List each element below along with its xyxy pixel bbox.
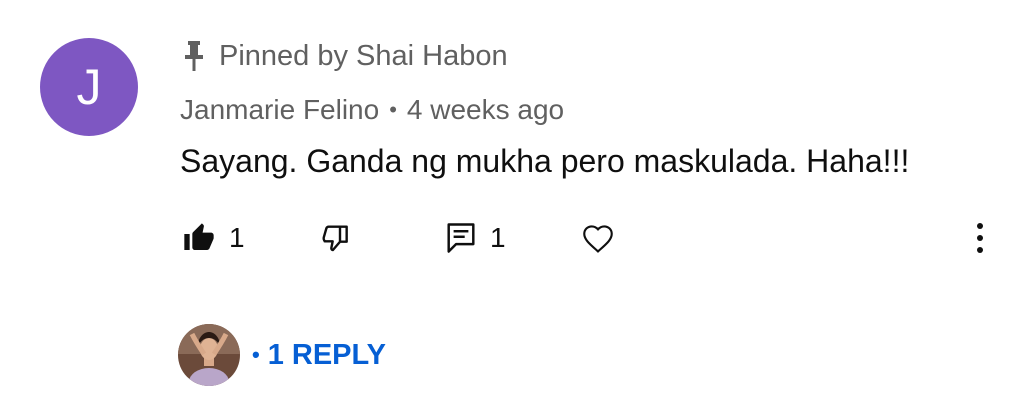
dislike-button[interactable] [320, 218, 352, 258]
comment-actions: 1 1 [0, 218, 1024, 258]
like-button[interactable]: 1 [183, 218, 245, 258]
avatar-letter: J [76, 59, 102, 115]
pinned-label: Pinned by Shai Habon [219, 39, 508, 72]
comment-icon [446, 222, 476, 254]
reply-count: 1 [490, 222, 506, 253]
pinned-indicator: Pinned by Shai Habon [183, 38, 508, 74]
replies-toggle[interactable]: • 1 REPLY [178, 322, 386, 388]
author-name[interactable]: Janmarie Felino [180, 94, 379, 126]
heart-icon [581, 222, 615, 254]
meta-separator: • [389, 97, 397, 122]
reply-bullet: • [252, 342, 260, 367]
more-options-button[interactable] [970, 218, 990, 258]
reply-avatar [178, 324, 240, 386]
comment-thread: J Pinned by Shai Habon Janmarie Felino •… [0, 0, 1024, 406]
pin-icon [183, 40, 205, 72]
thumbs-up-filled-icon [183, 222, 215, 254]
more-vertical-icon [970, 220, 990, 256]
comment-text: Sayang. Ganda ng mukha pero maskulada. H… [180, 142, 910, 179]
comment-meta: Janmarie Felino • 4 weeks ago [180, 92, 564, 128]
like-count: 1 [229, 222, 245, 253]
reply-button[interactable]: 1 [446, 218, 506, 258]
comment-timestamp[interactable]: 4 weeks ago [407, 94, 564, 126]
heart-button[interactable] [581, 218, 615, 258]
thumbs-down-icon [320, 222, 352, 254]
commenter-avatar[interactable]: J [40, 38, 138, 136]
view-replies-link[interactable]: • 1 REPLY [252, 339, 386, 372]
view-replies-label: 1 REPLY [267, 338, 386, 371]
